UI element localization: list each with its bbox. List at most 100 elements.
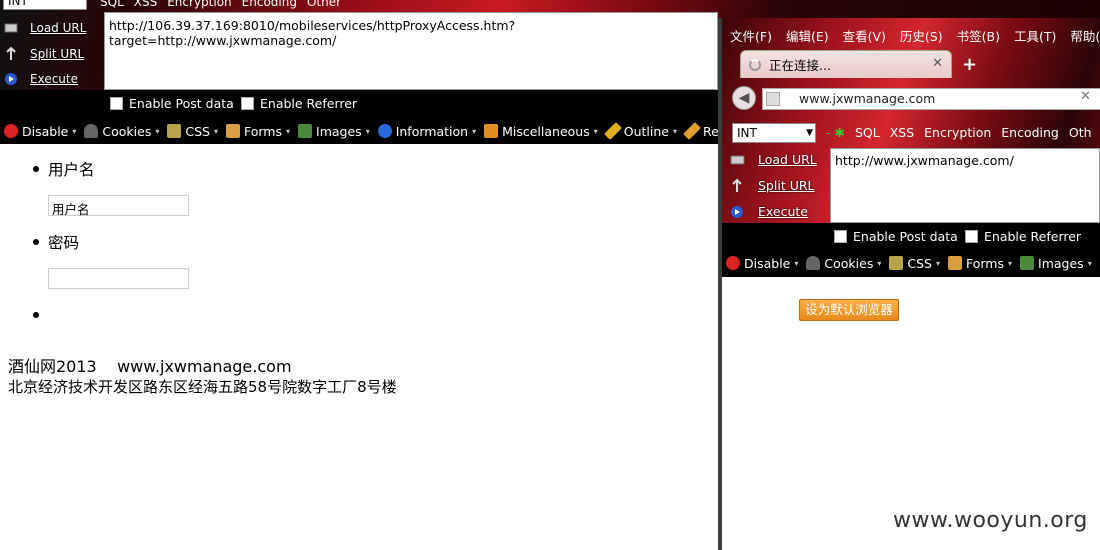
webdev-disable[interactable]: Disable ▾: [4, 124, 76, 139]
menu-sql[interactable]: SQL: [100, 0, 124, 9]
close-tab-icon[interactable]: ✕: [932, 56, 943, 71]
password-item: 密码: [30, 231, 189, 253]
split-url-label: Split URL: [30, 47, 85, 61]
information-icon: [377, 124, 392, 138]
chevron-down-icon: ▼: [806, 128, 813, 138]
enable-referrer-label: Enable Referrer: [260, 96, 358, 111]
password-input[interactable]: [48, 268, 189, 289]
browser-tab[interactable]: 正在连接... ✕: [740, 50, 952, 78]
load-url-button[interactable]: Load URL: [4, 17, 86, 39]
load-url-icon: [730, 155, 745, 164]
ff-execute-label: Execute: [758, 204, 808, 219]
execute-label: Execute: [30, 72, 78, 86]
url-textarea[interactable]: http://106.39.37.169:8010/mobileservices…: [104, 12, 718, 90]
ff-webdev-forms[interactable]: Forms ▾: [947, 256, 1012, 271]
menu-view[interactable]: 查看(V): [843, 26, 886, 45]
menu-bookmarks[interactable]: 书签(B): [957, 26, 1000, 45]
username-label: 用户名: [48, 161, 95, 179]
images-icon: [298, 124, 313, 138]
ff-webdev-images[interactable]: Images ▾: [1020, 256, 1092, 271]
hackbar-menu: SQL XSS Encryption Encoding Other: [100, 0, 341, 9]
ff-enable-referrer-checkbox[interactable]: Enable Referrer: [965, 229, 1081, 244]
enable-post-checkbox[interactable]: Enable Post data: [110, 96, 234, 111]
password-label: 密码: [48, 234, 80, 252]
webdev-miscellaneous[interactable]: Miscellaneous ▾: [484, 124, 598, 139]
ff-menu-xss[interactable]: XSS: [890, 125, 914, 140]
menu-tools[interactable]: 工具(T): [1014, 26, 1056, 45]
ff-webdev-cookies[interactable]: Cookies ▾: [806, 256, 881, 271]
ff-enable-post-checkbox[interactable]: Enable Post data: [834, 229, 958, 244]
load-url-icon: [4, 21, 18, 35]
set-default-browser-button[interactable]: 设为默认浏览器: [799, 299, 899, 321]
ff-split-url-button[interactable]: Split URL: [730, 178, 815, 193]
address-bar[interactable]: www.jxwmanage.com: [762, 88, 1100, 110]
outline-icon: [603, 122, 622, 140]
webdev-forms[interactable]: Forms ▾: [225, 124, 290, 139]
ff-execute-button[interactable]: Execute: [730, 204, 808, 219]
images-icon: [1020, 256, 1035, 270]
disable-icon: [726, 256, 740, 270]
ff-url-textarea[interactable]: http://www.jxwmanage.com/: [830, 148, 1100, 223]
webdev-images[interactable]: Images ▾: [298, 124, 370, 139]
menu-file[interactable]: 文件(F): [730, 26, 772, 45]
webdev-resize[interactable]: Resize▾: [683, 122, 720, 140]
watermark: www.wooyun.org: [893, 508, 1088, 533]
execute-button[interactable]: Execute: [4, 68, 78, 90]
cookies-icon: [84, 124, 99, 138]
options-bar: Enable Post data Enable Referrer: [0, 90, 720, 118]
ff-load-url-label: Load URL: [758, 152, 817, 167]
execute-icon: [4, 72, 18, 86]
resize-icon: [683, 122, 701, 140]
ff-menu-sql[interactable]: SQL: [855, 125, 880, 140]
disable-icon: [4, 124, 18, 138]
back-arrow-icon[interactable]: ◀: [732, 86, 756, 110]
ff-webdev-css[interactable]: CSS ▾: [889, 256, 940, 271]
ff-menu-encryption[interactable]: Encryption: [924, 125, 991, 140]
menu-edit[interactable]: 编辑(E): [786, 26, 829, 45]
ff-enable-referrer-label: Enable Referrer: [984, 229, 1082, 244]
footer-address: 北京经济技术开发区路东区经海五路58号院数字工厂8号楼: [8, 378, 397, 396]
menu-encoding[interactable]: Encoding: [242, 0, 297, 9]
menu-xss[interactable]: XSS: [134, 0, 157, 9]
username-item: 用户名: [30, 158, 189, 180]
plus-minus-icon[interactable]: - ✱: [826, 125, 845, 140]
ff-int-select[interactable]: INT ▼: [732, 123, 816, 143]
menu-history[interactable]: 历史(S): [900, 26, 943, 45]
webdev-css[interactable]: CSS ▾: [167, 124, 218, 139]
int-select[interactable]: INT: [3, 0, 87, 10]
split-url-button[interactable]: Split URL: [4, 43, 84, 65]
webdev-outline[interactable]: Outline ▾: [603, 122, 677, 140]
enable-referrer-checkbox[interactable]: Enable Referrer: [241, 96, 357, 111]
ff-enable-post-label: Enable Post data: [853, 229, 958, 244]
css-icon: [167, 124, 182, 138]
enable-post-label: Enable Post data: [129, 96, 234, 111]
loading-icon: [749, 58, 761, 71]
ff-webdev-disable[interactable]: Disable ▾: [726, 256, 798, 271]
ff-menu-encoding[interactable]: Encoding: [1001, 125, 1059, 140]
firefox-window: 文件(F) 编辑(E) 查看(V) 历史(S) 书签(B) 工具(T) 帮助(H…: [718, 18, 1100, 550]
new-tab-button[interactable]: +: [962, 54, 977, 75]
miscellaneous-icon: [484, 124, 499, 138]
menu-other[interactable]: Other: [307, 0, 341, 9]
cookies-icon: [806, 256, 821, 270]
execute-icon: [731, 205, 743, 218]
username-input[interactable]: 用户名: [48, 195, 189, 217]
menu-help[interactable]: 帮助(H): [1070, 26, 1100, 45]
tab-title: 正在连接...: [769, 58, 831, 73]
ff-load-url-button[interactable]: Load URL: [730, 152, 817, 167]
footer-copyright: 酒仙网2013 www.jxwmanage.com: [8, 357, 292, 376]
ff-webdev-toolbar: Disable▾ Cookies▾ CSS▾ Forms▾ Images▾ I: [722, 249, 1100, 277]
forms-icon: [947, 256, 962, 270]
split-url-icon: [4, 46, 18, 61]
ff-menu-other[interactable]: Oth: [1069, 125, 1092, 140]
stop-icon[interactable]: ✕: [1080, 89, 1091, 104]
webdev-cookies[interactable]: Cookies ▾: [84, 124, 159, 139]
ff-options-bar: Enable Post data Enable Referrer: [722, 223, 1100, 249]
ff-int-value: INT: [737, 126, 757, 140]
empty-list-item: [30, 304, 189, 324]
menu-encryption[interactable]: Encryption: [167, 0, 231, 9]
ff-hackbar-menu: - ✱ SQL XSS Encryption Encoding Oth: [826, 125, 1092, 140]
site-identity-icon[interactable]: [766, 92, 780, 106]
webdev-information[interactable]: Information ▾: [377, 124, 476, 139]
firefox-menu-bar: 文件(F) 编辑(E) 查看(V) 历史(S) 书签(B) 工具(T) 帮助(H…: [730, 26, 1100, 45]
